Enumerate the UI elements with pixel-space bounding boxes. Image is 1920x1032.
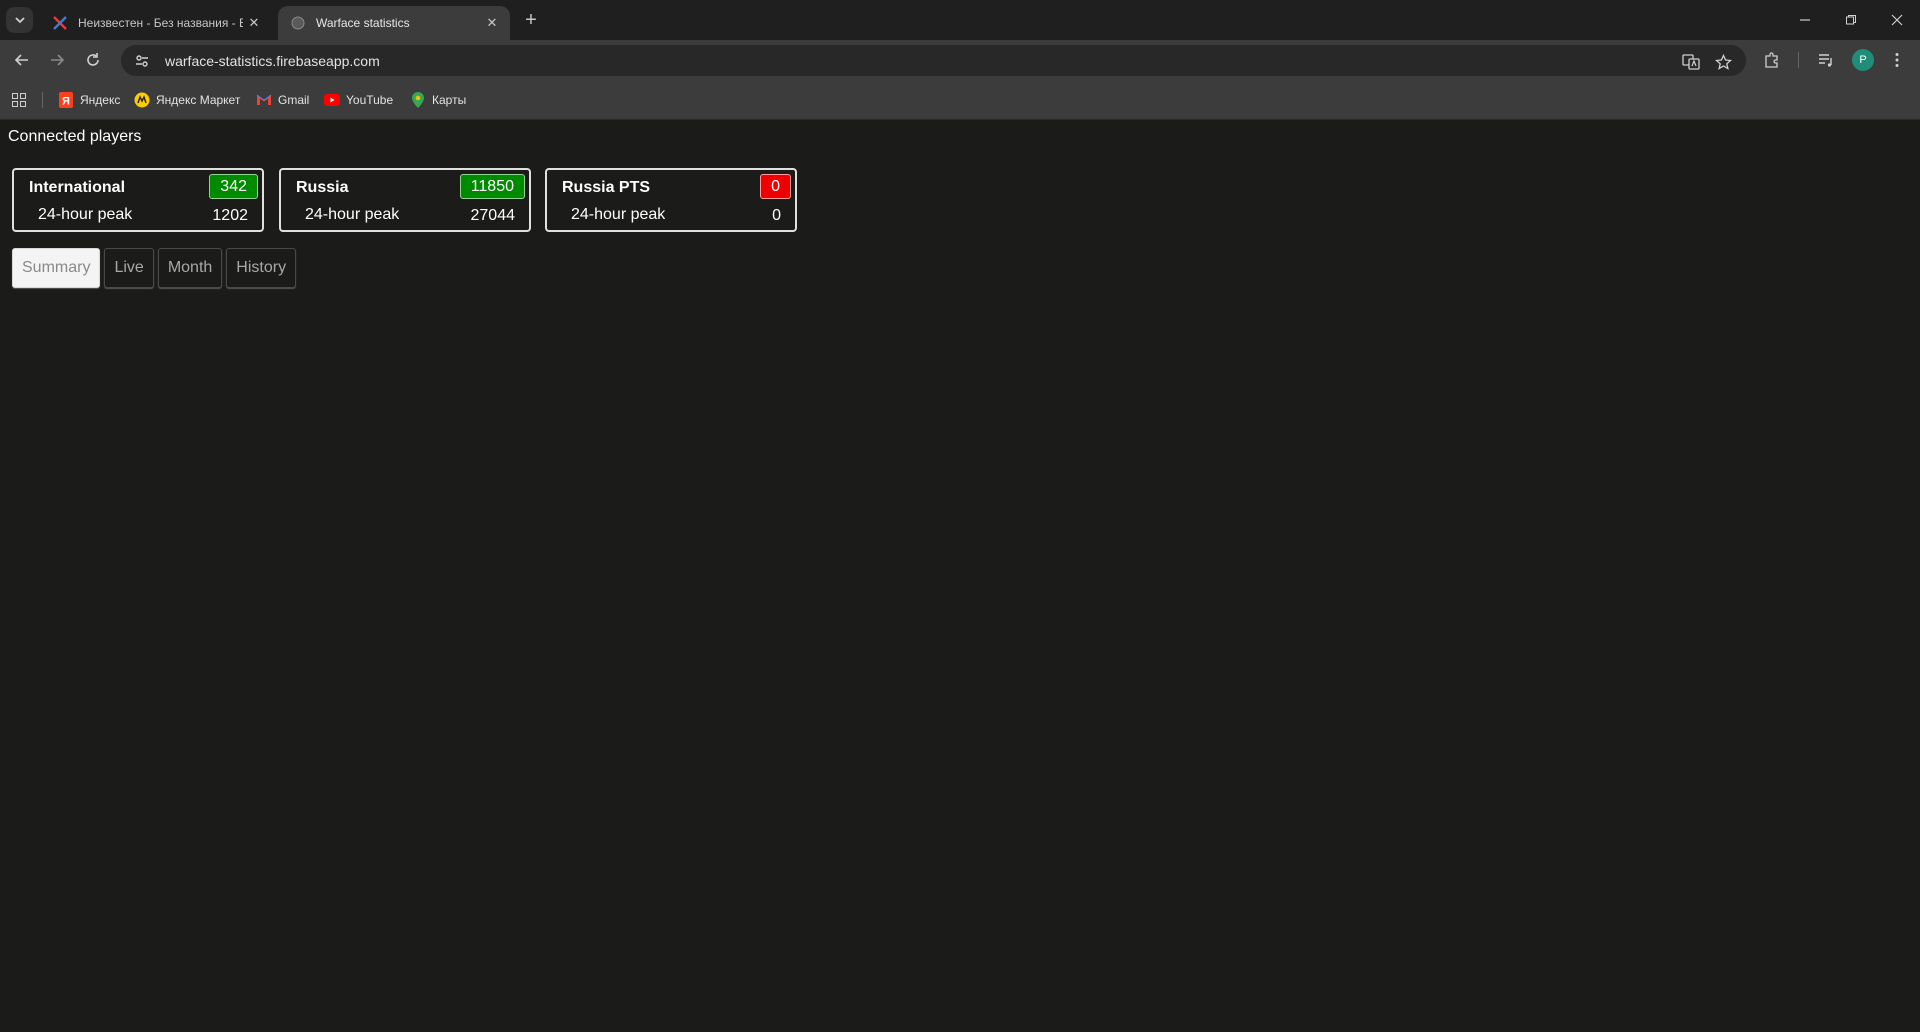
server-name: Russia bbox=[296, 179, 349, 196]
server-name: Russia PTS bbox=[562, 179, 651, 196]
tab-month[interactable]: Month bbox=[157, 248, 223, 288]
address-bar[interactable]: warface-statistics.firebaseapp.com bbox=[121, 45, 1746, 76]
tab-title: Warface statistics bbox=[316, 16, 410, 30]
yandex-market-icon bbox=[134, 92, 150, 108]
bookmarks-bar: Я Яндекс Яндекс Маркет Gmail YouTube Кар… bbox=[0, 80, 1920, 120]
bookmark-gmail[interactable]: Gmail bbox=[256, 91, 309, 109]
apps-grid-icon bbox=[12, 93, 26, 107]
back-button[interactable] bbox=[10, 48, 34, 72]
page-content: Connected players International 342 24-h… bbox=[0, 121, 1920, 1032]
bookmark-youtube[interactable]: YouTube bbox=[324, 91, 393, 109]
new-tab-button[interactable]: + bbox=[520, 9, 542, 31]
bookmark-yandex[interactable]: Я Яндекс bbox=[58, 91, 120, 109]
bookmark-star-icon[interactable] bbox=[1713, 52, 1733, 72]
bookmark-label: YouTube bbox=[346, 93, 394, 107]
extensions-button[interactable] bbox=[1761, 49, 1783, 71]
puzzle-icon bbox=[1765, 52, 1778, 68]
browser-tab-2[interactable]: Warface statistics ✕ bbox=[278, 6, 510, 40]
forward-button[interactable] bbox=[45, 48, 69, 72]
svg-text:Я: Я bbox=[62, 96, 70, 108]
yandex-icon: Я bbox=[58, 92, 74, 108]
restore-button[interactable] bbox=[1828, 0, 1874, 40]
bookmark-label: Яндекс bbox=[80, 93, 121, 107]
server-card-international: International 342 24-hour peak 1202 bbox=[12, 168, 264, 232]
playlist-icon bbox=[1819, 54, 1832, 67]
browser-toolbar: warface-statistics.firebaseapp.com P bbox=[0, 40, 1920, 80]
bookmark-yandex-market[interactable]: Яндекс Маркет bbox=[134, 91, 240, 109]
toolbar-divider bbox=[1798, 52, 1799, 68]
browser-menu-button[interactable] bbox=[1886, 49, 1908, 71]
browser-tab-1[interactable]: Неизвестен - Без названия - E ✕ bbox=[40, 6, 272, 40]
profile-avatar[interactable]: P bbox=[1852, 49, 1874, 71]
online-count-badge: 342 bbox=[209, 174, 258, 199]
map-pin-icon bbox=[410, 92, 426, 108]
youtube-icon bbox=[324, 92, 340, 108]
url-text: warface-statistics.firebaseapp.com bbox=[165, 52, 380, 69]
apps-button[interactable] bbox=[11, 91, 27, 109]
tab-history[interactable]: History bbox=[226, 248, 297, 288]
tab-search-button[interactable] bbox=[6, 7, 33, 33]
globe-icon bbox=[290, 15, 306, 31]
more-vertical-icon bbox=[1895, 53, 1899, 67]
online-count-badge: 0 bbox=[760, 174, 791, 199]
peak-label: 24-hour peak bbox=[571, 206, 666, 223]
arrow-right-icon bbox=[51, 54, 65, 66]
arrow-left-icon bbox=[14, 54, 28, 66]
media-controls-button[interactable] bbox=[1815, 49, 1837, 71]
chevron-down-icon bbox=[14, 17, 25, 24]
server-name: International bbox=[29, 179, 126, 196]
tab-live[interactable]: Live bbox=[104, 248, 154, 288]
translate-icon[interactable] bbox=[1681, 52, 1701, 72]
page-title: Connected players bbox=[8, 128, 142, 145]
bookmark-label: Gmail bbox=[278, 93, 310, 107]
close-tab-icon[interactable]: ✕ bbox=[246, 15, 262, 31]
peak-value: 0 bbox=[772, 207, 781, 224]
bookmarks-divider bbox=[42, 92, 43, 108]
close-window-button[interactable] bbox=[1874, 0, 1920, 40]
bookmark-label: Карты bbox=[432, 93, 467, 107]
bookmark-maps[interactable]: Карты bbox=[410, 91, 466, 109]
close-icon bbox=[1891, 14, 1903, 26]
browser-tabstrip: Неизвестен - Без названия - E ✕ Warface … bbox=[0, 0, 1920, 40]
server-card-russia-pts: Russia PTS 0 24-hour peak 0 bbox=[545, 168, 797, 232]
gmail-icon bbox=[256, 92, 272, 108]
view-tabs: Summary Live Month History bbox=[12, 248, 300, 288]
tab-summary[interactable]: Summary bbox=[12, 248, 101, 288]
online-count-badge: 11850 bbox=[459, 174, 525, 199]
peak-label: 24-hour peak bbox=[305, 206, 400, 223]
server-card-russia: Russia 11850 24-hour peak 27044 bbox=[279, 168, 531, 232]
minimize-button[interactable] bbox=[1782, 0, 1828, 40]
peak-value: 27044 bbox=[470, 207, 516, 224]
peak-value: 1202 bbox=[212, 207, 248, 224]
close-tab-icon[interactable]: ✕ bbox=[484, 15, 500, 31]
x-logo-icon bbox=[52, 15, 68, 31]
bookmark-label: Яндекс Маркет bbox=[156, 93, 241, 107]
restore-icon bbox=[1846, 15, 1856, 25]
peak-label: 24-hour peak bbox=[38, 206, 133, 223]
tab-title: Неизвестен - Без названия - E bbox=[78, 16, 243, 30]
site-settings-icon[interactable] bbox=[132, 51, 152, 71]
reload-icon bbox=[87, 53, 99, 66]
reload-button[interactable] bbox=[81, 48, 105, 72]
minimize-icon bbox=[1800, 19, 1810, 21]
